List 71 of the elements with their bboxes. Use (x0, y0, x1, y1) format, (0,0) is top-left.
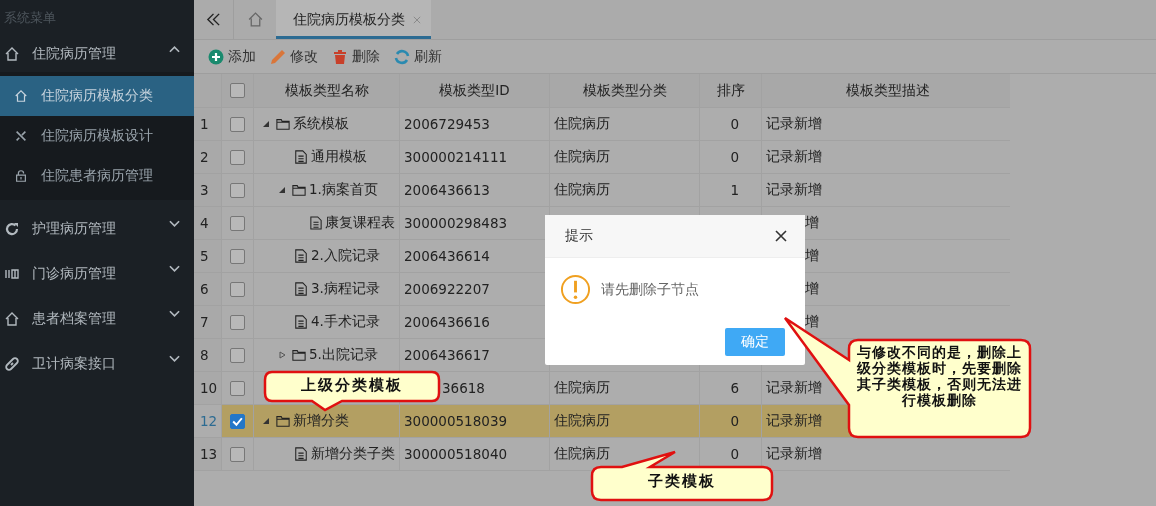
table-cell: 增 (805, 313, 819, 331)
table-cell: 0 (730, 149, 739, 165)
tab-label: 住院病历模板分类 (293, 10, 405, 29)
row-number: 13 (200, 446, 218, 462)
column-header: 模板类型ID (400, 74, 550, 107)
table-cell: 300000518039 (404, 413, 508, 429)
table-cell: 系统模板 (293, 115, 349, 133)
table-cell: 300000518040 (404, 446, 508, 462)
table-cell: 新增分类子类 (311, 445, 395, 463)
row-number: 7 (200, 314, 209, 330)
table-cell: 2006922207 (404, 281, 490, 297)
table-cell: 2006436616 (404, 314, 490, 330)
column-header: 排序 (700, 74, 762, 107)
table-cell: 4.手术记录 (311, 313, 380, 331)
row-number: 8 (200, 347, 209, 363)
menu-group-label: 护理病历管理 (32, 219, 117, 238)
menu-group-label: 卫计病案接口 (32, 354, 117, 373)
table-cell: 住院病历 (554, 115, 610, 133)
row-number: 4 (200, 215, 209, 231)
table-cell: 记录新增 (766, 445, 822, 463)
table-cell: 增 (805, 280, 819, 298)
table-cell: 住院病历 (554, 445, 610, 463)
table-cell: 0 (730, 116, 739, 132)
table-cell: 5.出院记录 (309, 346, 378, 364)
table-cell: 0 (730, 413, 739, 429)
row-number: 5 (200, 248, 209, 264)
dialog-title: 提示 (565, 227, 593, 245)
menu-item-label: 住院患者病历管理 (41, 167, 153, 185)
table-cell: 2006436613 (404, 182, 490, 198)
menu-group-label: 门诊病历管理 (32, 264, 117, 283)
row-number: 2 (200, 149, 209, 165)
menu-group-label: 住院病历管理 (32, 45, 117, 63)
menu-group-label: 患者档案管理 (32, 309, 117, 328)
table-cell: 1 (730, 182, 739, 198)
column-header: 模板类型分类 (550, 74, 700, 107)
table-cell: 2006729453 (404, 116, 490, 132)
table-cell: 住院病历 (554, 181, 610, 199)
row-number: 3 (200, 182, 209, 198)
table-cell: 300000298483 (404, 215, 508, 231)
table-cell: 记录新增 (766, 181, 822, 199)
menu-item-label: 住院病历模板分类 (41, 87, 153, 105)
table-cell: 记录新增 (766, 115, 822, 133)
row-number: 1 (200, 116, 209, 132)
table-cell: 3.病程记录 (311, 280, 380, 298)
table-cell: 300000214111 (404, 149, 508, 165)
table-cell: 住院病历 (554, 148, 610, 166)
menu-item-label: 住院病历模板设计 (41, 127, 153, 145)
table-cell: 住院病历 (554, 412, 610, 430)
table-cell: 36618 (442, 380, 485, 396)
table-cell: 2.入院记录 (311, 247, 380, 265)
table-cell: 记录新增 (766, 379, 822, 397)
table-cell: 住院病历 (554, 379, 610, 397)
row-number: 6 (200, 281, 209, 297)
table-cell: 新增分类 (293, 412, 349, 430)
table-cell: 0 (730, 446, 739, 462)
row-number: 10 (200, 380, 218, 396)
callout-tooltip: 上级分类模板 (262, 370, 442, 412)
table-cell: 记录新增 (766, 412, 822, 430)
column-header: 模板类型描述 (845, 80, 931, 100)
table-cell: 6 (730, 380, 739, 396)
table-cell: 康复课程表 (325, 214, 395, 232)
table-cell: 1.病案首页 (309, 181, 378, 199)
table-cell: 增 (805, 247, 819, 265)
dialog-message: 请先删除子节点 (601, 280, 699, 299)
table-cell: 记录新增 (766, 148, 822, 166)
table-cell: 2006436617 (404, 347, 490, 363)
table-cell: 通用模板 (311, 148, 367, 166)
table-cell: 增 (805, 214, 819, 232)
row-number: 12 (200, 413, 218, 429)
table-cell: 2006436614 (404, 248, 490, 264)
column-header: 模板类型名称 (254, 74, 400, 107)
